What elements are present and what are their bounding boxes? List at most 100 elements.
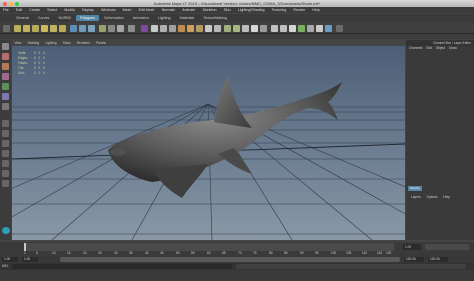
- menu-edit[interactable]: Edit: [16, 7, 22, 13]
- lattice-icon[interactable]: [141, 25, 148, 32]
- planar-map-icon[interactable]: [214, 25, 221, 32]
- uv-editor-icon[interactable]: [205, 25, 212, 32]
- playback-controls[interactable]: [425, 244, 469, 250]
- poly-cube-icon[interactable]: [23, 25, 30, 32]
- lasso-tool-icon[interactable]: [2, 53, 9, 60]
- normals-icon[interactable]: [260, 25, 267, 32]
- bevel-icon[interactable]: [187, 25, 194, 32]
- cb-menu-object[interactable]: Object: [436, 46, 445, 50]
- separate-icon[interactable]: [79, 25, 86, 32]
- poly-torus-icon[interactable]: [59, 25, 66, 32]
- append-icon[interactable]: [128, 25, 135, 32]
- shark-model[interactable]: [108, 76, 342, 198]
- smooth-icon[interactable]: [99, 25, 106, 32]
- extract-icon[interactable]: [88, 25, 95, 32]
- triangulate-icon[interactable]: [307, 25, 314, 32]
- cut-faces-icon[interactable]: [151, 25, 158, 32]
- perspective-viewport[interactable]: Verts: 0 0 0 Edges: 0 0 0 Faces: 0 0 0 Tris…: [12, 46, 405, 240]
- cleanup-icon[interactable]: [298, 25, 305, 32]
- rotate-tool-icon[interactable]: [2, 83, 9, 90]
- tab-display[interactable]: Display: [408, 186, 422, 191]
- cb-menu-channels[interactable]: Channels: [409, 46, 422, 50]
- quadrangulate-icon[interactable]: [316, 25, 323, 32]
- bridge-icon[interactable]: [108, 25, 115, 32]
- zoom-icon[interactable]: [15, 1, 19, 6]
- shelf-tab-texturemaking[interactable]: TextureMaking: [199, 15, 230, 21]
- fill-hole-icon[interactable]: [325, 25, 332, 32]
- menu-modify[interactable]: Modify: [64, 7, 75, 13]
- menu-windows[interactable]: Windows: [101, 7, 116, 13]
- uv-layout-icon[interactable]: [2, 170, 9, 177]
- outliner-layout-icon[interactable]: [2, 180, 9, 187]
- menu-skin[interactable]: Skin: [224, 7, 231, 13]
- menu-animate[interactable]: Animate: [182, 7, 195, 13]
- last-tool-icon[interactable]: [2, 103, 9, 110]
- cb-menu-edit[interactable]: Edit: [426, 46, 432, 50]
- extrude-icon[interactable]: [117, 25, 124, 32]
- shelf-menu-icon[interactable]: [3, 25, 10, 32]
- mel-command-input[interactable]: [12, 264, 232, 269]
- four-view-layout-icon[interactable]: [2, 130, 9, 137]
- spherical-map-icon[interactable]: [233, 25, 240, 32]
- single-perspective-layout-icon[interactable]: [2, 120, 9, 127]
- move-tool-icon[interactable]: [2, 73, 9, 80]
- cylindrical-map-icon[interactable]: [224, 25, 231, 32]
- scale-tool-icon[interactable]: [2, 93, 9, 100]
- menu-render[interactable]: Render: [293, 7, 305, 13]
- menu-create[interactable]: Create: [29, 7, 40, 13]
- menu-select[interactable]: Select: [47, 7, 57, 13]
- reduce-icon[interactable]: [336, 25, 343, 32]
- playback-start-field[interactable]: 1.00: [22, 257, 38, 262]
- persp-outliner-layout-icon[interactable]: [2, 140, 9, 147]
- menu-normals[interactable]: Normals: [162, 7, 175, 13]
- combine-icon[interactable]: [70, 25, 77, 32]
- insert-edge-loop-icon[interactable]: [169, 25, 176, 32]
- shelf-tab-general[interactable]: General: [12, 15, 33, 21]
- shelf-tab-deformation[interactable]: Deformation: [100, 15, 128, 21]
- menu-texturing[interactable]: Texturing: [272, 7, 287, 13]
- poly-cylinder-icon[interactable]: [32, 25, 39, 32]
- layer-menu-help[interactable]: Help: [443, 195, 450, 199]
- paint-select-icon[interactable]: [2, 63, 9, 70]
- end-time-field[interactable]: 120.00: [428, 257, 448, 262]
- shelf-tab-materials[interactable]: Materials: [176, 15, 199, 21]
- playback-end-field[interactable]: 120.00: [404, 257, 424, 262]
- range-slider-handle[interactable]: [60, 257, 400, 262]
- poly-plane-icon[interactable]: [50, 25, 57, 32]
- poly-cone-icon[interactable]: [41, 25, 48, 32]
- menu-mesh[interactable]: Mesh: [123, 7, 132, 13]
- current-frame-field[interactable]: 1.00: [403, 244, 421, 250]
- menu-edit-mesh[interactable]: Edit Mesh: [139, 7, 155, 13]
- merge-icon[interactable]: [178, 25, 185, 32]
- harden-edge-icon[interactable]: [280, 25, 287, 32]
- cb-menu-show[interactable]: Show: [449, 46, 457, 50]
- shelf-tab-lighting[interactable]: Lighting: [154, 15, 175, 21]
- mirror-icon[interactable]: [196, 25, 203, 32]
- shelf-tab-nurbs[interactable]: NURBS: [54, 15, 75, 21]
- layer-menu-options[interactable]: Options: [426, 195, 437, 199]
- reverse-icon[interactable]: [289, 25, 296, 32]
- poly-sphere-icon[interactable]: [14, 25, 21, 32]
- time-slider-track[interactable]: [24, 243, 394, 251]
- select-tool-icon[interactable]: [2, 43, 9, 50]
- shelf-tab-animation[interactable]: Animation: [129, 15, 153, 21]
- layer-menu-layers[interactable]: Layers: [411, 195, 421, 199]
- menu-display[interactable]: Display: [82, 7, 94, 13]
- menu-file[interactable]: File: [3, 7, 9, 13]
- shelf-tab-polygons[interactable]: Polygons: [76, 15, 99, 21]
- menu-skeleton[interactable]: Skeleton: [203, 7, 217, 13]
- minimize-icon[interactable]: [9, 1, 13, 6]
- shelf-tab-curves[interactable]: Curves: [34, 15, 53, 21]
- split-polygon-icon[interactable]: [160, 25, 167, 32]
- hypershade-layout-icon[interactable]: [2, 160, 9, 167]
- start-time-field[interactable]: 1.00: [2, 257, 18, 262]
- menu-help[interactable]: Help: [312, 7, 319, 13]
- menu-lighting-shading[interactable]: Lighting/Shading: [238, 7, 265, 13]
- mel-label[interactable]: MEL: [2, 264, 9, 269]
- layout-uvs-icon[interactable]: [251, 25, 258, 32]
- automatic-map-icon[interactable]: [242, 25, 249, 32]
- current-time-marker[interactable]: [24, 243, 26, 251]
- persp-graph-layout-icon[interactable]: [2, 150, 9, 157]
- soften-edge-icon[interactable]: [271, 25, 278, 32]
- close-icon[interactable]: [3, 1, 7, 6]
